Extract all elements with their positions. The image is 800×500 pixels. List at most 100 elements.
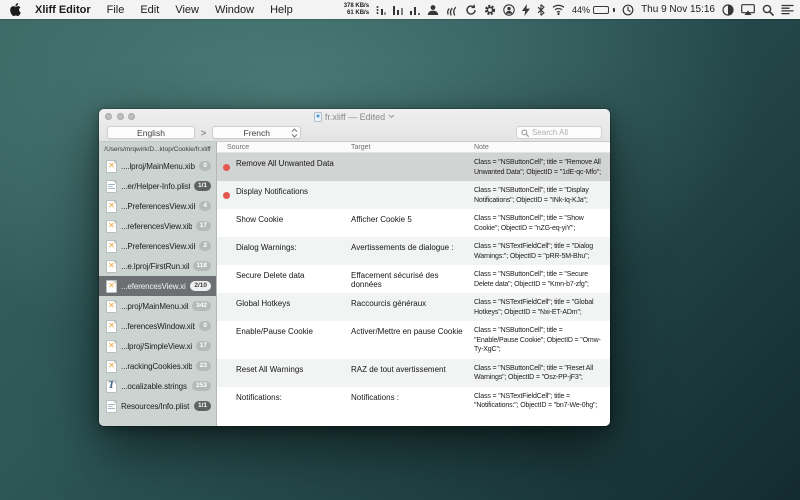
sidebar-file-item[interactable]: Resources/Info.plist 1/1 (99, 396, 216, 416)
file-badge: 0 (199, 161, 211, 171)
table-row[interactable]: Show Cookie Afficher Cookie 5 Class = "N… (217, 209, 610, 237)
target-cell[interactable]: RAZ de tout avertissement (351, 359, 474, 387)
file-name: ....lproj/MainMenu.xib (121, 162, 195, 171)
menu-item-file[interactable]: File (107, 4, 125, 16)
network-speed-indicator[interactable]: 378 KB/s 61 KB/s (344, 3, 369, 16)
column-header-note[interactable]: Note (474, 144, 610, 151)
airwaves-icon[interactable] (446, 4, 458, 16)
menu-bar-clock[interactable]: Thu 9 Nov 15:16 (641, 4, 715, 15)
sidebar-file-item[interactable]: T ...ocalizable.strings 253 (99, 376, 216, 396)
target-cell[interactable]: Afficher Cookie 5 (351, 209, 474, 237)
target-cell[interactable] (351, 153, 474, 181)
table-row[interactable]: Notifications: Notifications : Class = "… (217, 387, 610, 415)
target-cell[interactable]: Notifications : (351, 387, 474, 415)
gear-icon[interactable] (484, 4, 496, 16)
source-cell[interactable]: Show Cookie (236, 209, 351, 237)
document-proxy-icon[interactable] (314, 112, 322, 122)
table-header[interactable]: Source Target Note (217, 142, 610, 153)
stat-graph-icon[interactable] (393, 4, 403, 16)
search-field[interactable] (516, 126, 602, 139)
file-icon (106, 400, 117, 413)
stat-graph-icon[interactable] (410, 4, 420, 16)
sidebar-file-item[interactable]: ...er/Helper-Info.plist 1/1 (99, 176, 216, 196)
search-input[interactable] (532, 128, 597, 137)
target-cell[interactable]: Raccourcis généraux (351, 293, 474, 321)
title-bar[interactable]: fr.xliff — Edited (99, 109, 610, 124)
table-row[interactable]: Enable/Pause Cookie Activer/Mettre en pa… (217, 321, 610, 359)
status-dot-cell (217, 359, 236, 387)
time-machine-icon[interactable] (622, 4, 634, 16)
sidebar-file-item[interactable]: ✕ ...referencesView.xib 17 (99, 216, 216, 236)
note-cell: Class = "NSButtonCell"; title = "Enable/… (474, 321, 610, 359)
column-header-target[interactable]: Target (351, 144, 474, 151)
source-cell[interactable]: Enable/Pause Cookie (236, 321, 351, 359)
stat-graph-icon[interactable] (376, 4, 386, 16)
sync-icon[interactable] (465, 4, 477, 16)
sidebar-file-item[interactable]: ✕ ...proj/MainMenu.xib 342 (99, 296, 216, 316)
airplay-display-icon[interactable] (741, 4, 755, 15)
target-cell[interactable]: Activer/Mettre en pause Cookie (351, 321, 474, 359)
source-language-button[interactable]: English (107, 126, 195, 139)
sidebar-file-item[interactable]: ✕ ...eferencesView.xib 2/10 (99, 276, 216, 296)
table-row[interactable]: Reset All Warnings RAZ de tout avertisse… (217, 359, 610, 387)
status-dot-cell (217, 321, 236, 359)
status-dot-cell (217, 181, 236, 209)
file-badge: 2/10 (190, 281, 211, 291)
table-row[interactable]: Global Hotkeys Raccourcis généraux Class… (217, 293, 610, 321)
sidebar-file-item[interactable]: ✕ ...lproj/SimpleView.xib 17 (99, 336, 216, 356)
document-path: /Users/mrqwirk/D...ktop/Cookie/fr.xliff (99, 142, 216, 156)
source-cell[interactable]: Remove All Unwanted Data (236, 153, 351, 181)
title-chevron-down-icon[interactable] (388, 114, 395, 119)
bluetooth-icon[interactable] (537, 4, 545, 16)
file-name: ...PreferencesView.xib (121, 202, 195, 211)
user-icon[interactable] (427, 4, 439, 16)
table-row[interactable]: Dialog Warnings: Avertissements de dialo… (217, 237, 610, 265)
target-cell[interactable]: Avertissements de dialogue : (351, 237, 474, 265)
battery-indicator[interactable]: 44% (572, 5, 615, 15)
file-badge: 1/1 (194, 401, 211, 411)
source-cell[interactable]: Dialog Warnings: (236, 237, 351, 265)
source-cell[interactable]: Display Notifications (236, 181, 351, 209)
user-circle-icon[interactable] (503, 4, 515, 16)
file-list: ✕ ....lproj/MainMenu.xib 0 ...er/Helper-… (99, 156, 216, 426)
source-cell[interactable]: Secure Delete data (236, 265, 351, 293)
sidebar-file-item[interactable]: ✕ ...ferencesWindow.xib 0 (99, 316, 216, 336)
status-dot-cell (217, 237, 236, 265)
table-row[interactable]: Remove All Unwanted Data Class = "NSButt… (217, 153, 610, 181)
menu-item-view[interactable]: View (175, 4, 199, 16)
sidebar-file-item[interactable]: ✕ ...PreferencesView.xib 4 (99, 196, 216, 216)
file-icon: ✕ (106, 340, 117, 353)
sidebar-file-item[interactable]: ✕ ...e.lproj/FirstRun.xib 118 (99, 256, 216, 276)
menu-item-edit[interactable]: Edit (140, 4, 159, 16)
bolt-icon[interactable] (522, 4, 530, 16)
sidebar-file-item[interactable]: ✕ ...rackingCookies.xib 23 (99, 356, 216, 376)
table-row[interactable]: Secure Delete data Effacement sécurisé d… (217, 265, 610, 293)
search-icon (521, 124, 529, 142)
table-row[interactable]: Display Notifications Class = "NSButtonC… (217, 181, 610, 209)
status-dot-cell (217, 265, 236, 293)
notification-center-icon[interactable] (781, 4, 794, 15)
app-menu-title[interactable]: Xliff Editor (35, 4, 91, 16)
apple-menu-icon[interactable] (10, 3, 22, 16)
column-header-source[interactable]: Source (217, 144, 351, 151)
night-mode-icon[interactable] (722, 4, 734, 16)
note-cell: Class = "NSTextFieldCell"; title = "Glob… (474, 293, 610, 321)
menu-item-window[interactable]: Window (215, 4, 254, 16)
file-icon: ✕ (106, 160, 117, 173)
file-sidebar: /Users/mrqwirk/D...ktop/Cookie/fr.xliff … (99, 142, 217, 426)
source-cell[interactable]: Reset All Warnings (236, 359, 351, 387)
sidebar-file-item[interactable]: ✕ ....lproj/MainMenu.xib 0 (99, 156, 216, 176)
source-cell[interactable]: Notifications: (236, 387, 351, 415)
target-cell[interactable] (351, 181, 474, 209)
target-cell[interactable]: Effacement sécurisé des données (351, 265, 474, 293)
menu-bar: Xliff Editor File Edit View Window Help 378 … (0, 0, 800, 19)
target-language-popup[interactable]: French (212, 126, 301, 139)
wifi-icon[interactable] (552, 4, 565, 15)
untranslated-dot-icon (223, 164, 230, 171)
spotlight-search-icon[interactable] (762, 4, 774, 16)
xliff-editor-window: fr.xliff — Edited English > French /User… (99, 109, 610, 426)
menu-item-help[interactable]: Help (270, 4, 293, 16)
status-dot-cell (217, 209, 236, 237)
source-cell[interactable]: Global Hotkeys (236, 293, 351, 321)
sidebar-file-item[interactable]: ✕ ...PreferencesView.xib 2 (99, 236, 216, 256)
